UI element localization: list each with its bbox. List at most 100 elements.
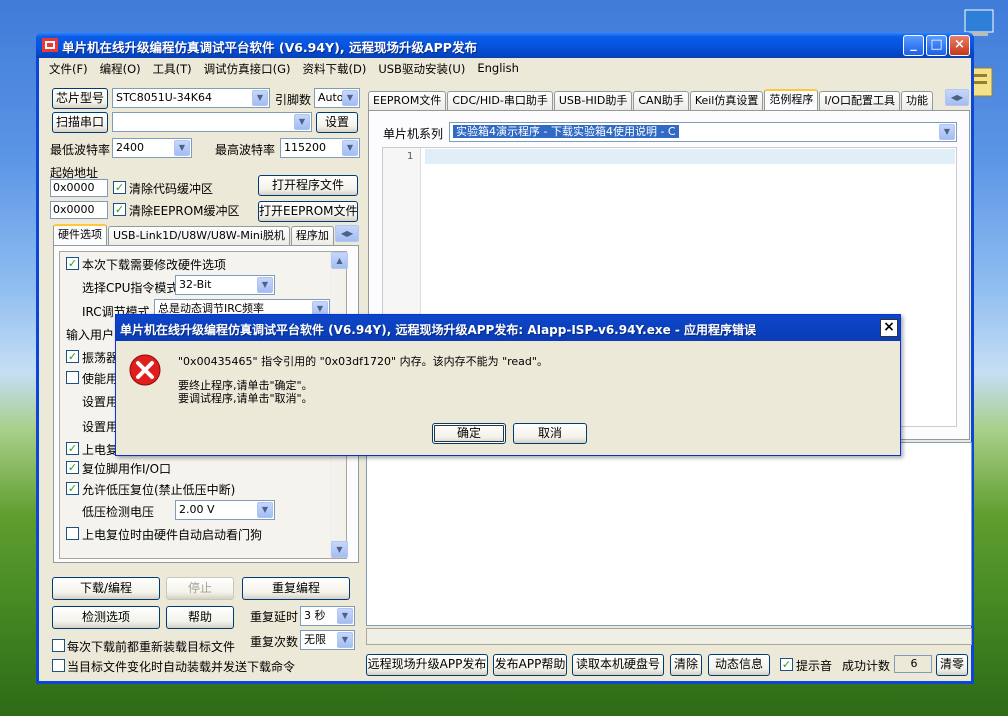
app-help-button[interactable]: 发布APP帮助	[493, 654, 567, 676]
menu-program[interactable]: 编程(O)	[94, 58, 147, 78]
code-address-input[interactable]: 0x0000	[50, 179, 108, 197]
repeat-count-select[interactable]: 无限 ▼	[300, 630, 355, 650]
help-button[interactable]: 帮助	[166, 606, 234, 629]
stop-button[interactable]: 停止	[166, 577, 234, 600]
tab-examples[interactable]: 范例程序	[764, 89, 819, 110]
low-voltage-reset-checkbox[interactable]: ✓	[66, 482, 79, 495]
menu-usb-driver[interactable]: USB驱动安装(U)	[372, 58, 471, 78]
cpu-mode-select[interactable]: 32-Bit ▼	[175, 275, 275, 295]
left-tab-strip: 硬件选项 USB-Link1D/U8W/U8W-Mini脱机 程序加	[53, 224, 335, 245]
max-baud-value: 115200	[284, 141, 326, 154]
tab-keil-sim[interactable]: Keil仿真设置	[689, 91, 764, 110]
download-program-button[interactable]: 下载/编程	[52, 577, 160, 600]
port-select[interactable]: ▼	[112, 112, 312, 132]
settings-button[interactable]: 设置	[316, 112, 358, 133]
chip-model-select[interactable]: STC8051U-34K64 ▼	[112, 88, 270, 108]
enable-label: 使能用	[82, 372, 119, 386]
min-baud-label: 最低波特率	[50, 143, 111, 157]
tab-cdc-hid-serial[interactable]: CDC/HID-串口助手	[447, 91, 553, 110]
menu-download[interactable]: 资料下载(D)	[297, 58, 373, 78]
app-icon	[42, 38, 58, 52]
cancel-button[interactable]: 取消	[513, 423, 587, 444]
title-bar: 单片机在线升级编程仿真调试平台软件 (V6.94Y), 远程现场升级APP发布 …	[36, 32, 974, 58]
min-baud-select[interactable]: 2400 ▼	[112, 138, 192, 158]
ok-button[interactable]: 确定	[432, 423, 506, 444]
clear-eeprom-checkbox[interactable]: ✓	[113, 203, 126, 216]
tab-program-load[interactable]: 程序加	[290, 226, 334, 245]
oscillator-checkbox[interactable]: ✓	[66, 350, 79, 363]
low-voltage-label: 低压检测电压	[82, 505, 155, 519]
low-voltage-reset-label: 允许低压复位(禁止低压中断)	[82, 483, 236, 497]
window-title: 单片机在线升级编程仿真调试平台软件 (V6.94Y), 远程现场升级APP发布	[62, 40, 477, 55]
tab-usb-link[interactable]: USB-Link1D/U8W/U8W-Mini脱机	[108, 226, 290, 245]
reload-each-checkbox[interactable]	[52, 639, 65, 652]
auto-reload-label: 当目标文件变化时自动装载并发送下载命令	[67, 660, 296, 674]
check-options-button[interactable]: 检测选项	[52, 606, 160, 629]
chevron-down-icon: ▼	[342, 140, 358, 156]
clear-button[interactable]: 清除	[670, 654, 702, 676]
watchdog-checkbox[interactable]	[66, 527, 79, 540]
right-tab-scroll-arrows[interactable]: ◀▶	[945, 89, 969, 106]
tab-eeprom-file[interactable]: EEPROM文件	[368, 91, 447, 110]
chip-model-value: STC8051U-34K64	[116, 91, 212, 104]
tab-io-config[interactable]: I/O口配置工具	[819, 91, 900, 110]
error-message-line1: "0x00435465" 指令引用的 "0x03df1720" 内存。该内存不能…	[178, 355, 548, 368]
modify-hw-checkbox[interactable]: ✓	[66, 257, 79, 270]
publish-app-button[interactable]: 远程现场升级APP发布	[366, 654, 488, 676]
menu-file[interactable]: 文件(F)	[43, 58, 94, 78]
scan-port-button[interactable]: 扫描串口	[52, 112, 108, 133]
reset-io-checkbox[interactable]: ✓	[66, 461, 79, 474]
setting-label-1: 设置用	[82, 395, 119, 409]
scroll-up-icon[interactable]: ▲	[331, 252, 348, 269]
dialog-close-button[interactable]: ×	[880, 319, 898, 337]
tab-scroll-arrows[interactable]: ◀▶	[335, 225, 359, 242]
open-eeprom-button[interactable]: 打开EEPROM文件	[258, 201, 358, 222]
tab-usb-hid[interactable]: USB-HID助手	[553, 91, 633, 110]
sound-checkbox[interactable]: ✓	[780, 658, 793, 671]
minimize-button[interactable]: _	[903, 35, 924, 56]
scroll-down-icon[interactable]: ▼	[331, 541, 348, 558]
tab-functions[interactable]: 功能	[900, 91, 933, 110]
reset-io-label: 复位脚用作I/O口	[82, 462, 172, 476]
close-button[interactable]: ×	[949, 35, 970, 56]
menu-english[interactable]: English	[471, 58, 525, 78]
menu-debug[interactable]: 调试仿真接口(G)	[198, 58, 297, 78]
current-line-highlight	[425, 149, 955, 164]
low-voltage-select[interactable]: 2.00 V ▼	[175, 500, 275, 520]
reload-each-label: 每次下载前都重新装载目标文件	[67, 640, 236, 654]
output-log[interactable]	[366, 442, 972, 626]
chevron-down-icon: ▼	[342, 90, 358, 106]
mcu-series-select[interactable]: 实验箱4演示程序 - 下载实验箱4使用说明 - C ▼	[449, 122, 957, 142]
chevron-down-icon: ▼	[337, 632, 353, 648]
tab-hardware-options[interactable]: 硬件选项	[53, 224, 107, 245]
maximize-button[interactable]: □	[926, 35, 947, 56]
clear-eeprom-label: 清除EEPROM缓冲区	[129, 204, 240, 218]
reset-count-button[interactable]: 清零	[936, 654, 968, 676]
chevron-down-icon: ▼	[337, 608, 353, 624]
tab-can[interactable]: CAN助手	[633, 91, 689, 110]
chevron-down-icon: ▼	[174, 140, 190, 156]
menu-tools[interactable]: 工具(T)	[147, 58, 198, 78]
read-disk-button[interactable]: 读取本机硬盘号	[572, 654, 664, 676]
max-baud-label: 最高波特率	[215, 143, 276, 157]
repeat-program-button[interactable]: 重复编程	[242, 577, 350, 600]
chip-model-button[interactable]: 芯片型号	[52, 88, 108, 109]
success-count-value: 6	[894, 655, 932, 673]
max-baud-select[interactable]: 115200 ▼	[280, 138, 360, 158]
dynamic-info-button[interactable]: 动态信息	[708, 654, 770, 676]
auto-reload-checkbox[interactable]	[52, 659, 65, 672]
repeat-delay-select[interactable]: 3 秒 ▼	[300, 606, 355, 626]
enable-checkbox[interactable]	[66, 371, 79, 384]
open-program-button[interactable]: 打开程序文件	[258, 175, 358, 196]
clear-code-label: 清除代码缓冲区	[129, 182, 214, 196]
mcu-series-label: 单片机系列	[383, 127, 444, 141]
pin-count-select[interactable]: Auto ▼	[314, 88, 360, 108]
clear-code-checkbox[interactable]: ✓	[113, 181, 126, 194]
poweron-checkbox[interactable]: ✓	[66, 442, 79, 455]
eeprom-address-input[interactable]: 0x0000	[50, 201, 108, 219]
chevron-down-icon: ▼	[257, 277, 273, 293]
poweron-label: 上电复	[82, 443, 119, 457]
cpu-mode-value: 32-Bit	[179, 278, 212, 291]
error-message-line3: 要调试程序,请单击"取消"。	[178, 392, 313, 405]
dialog-title: 单片机在线升级编程仿真调试平台软件 (V6.94Y), 远程现场升级APP发布:…	[120, 323, 757, 337]
